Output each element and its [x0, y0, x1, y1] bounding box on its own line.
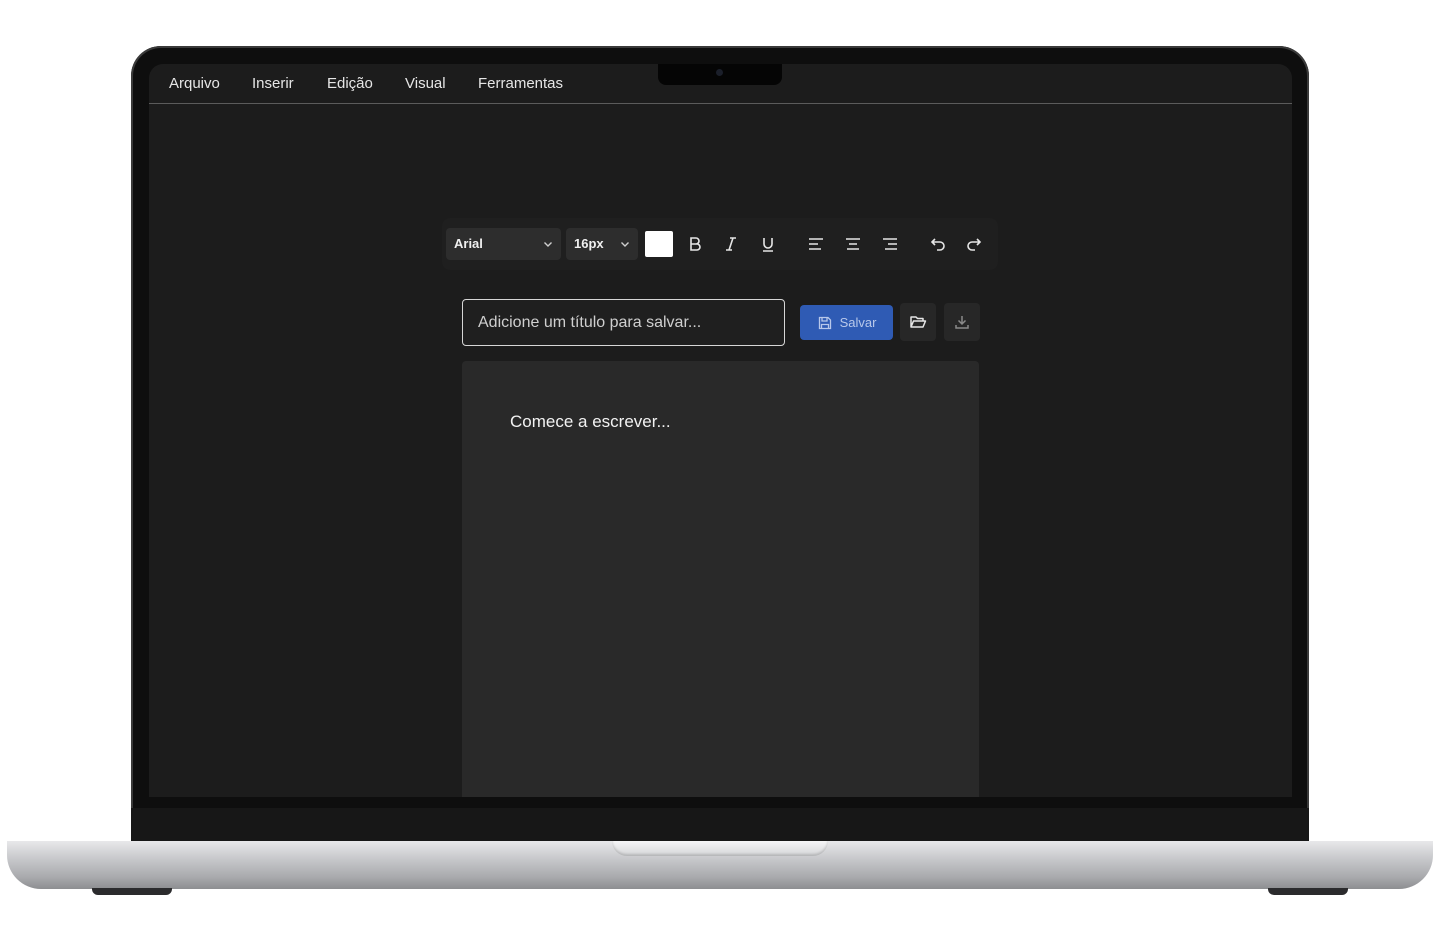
- menu-arquivo[interactable]: Arquivo: [169, 75, 220, 92]
- open-file-button[interactable]: [900, 303, 936, 341]
- laptop-chin: [131, 808, 1309, 842]
- font-size-select[interactable]: 16px: [566, 228, 638, 260]
- menu-inserir[interactable]: Inserir: [252, 75, 294, 92]
- laptop-foot-left: [92, 888, 172, 895]
- save-icon: [818, 316, 831, 329]
- undo-button[interactable]: [926, 232, 950, 256]
- save-button-label: Salvar: [839, 315, 877, 330]
- laptop-base-notch: [612, 841, 828, 856]
- italic-icon: [726, 237, 736, 251]
- menu-visual[interactable]: Visual: [405, 75, 446, 92]
- font-size-value: 16px: [574, 236, 604, 251]
- text-color-picker[interactable]: [645, 231, 673, 257]
- chevron-down-icon: [621, 242, 629, 247]
- menu-edicao[interactable]: Edição: [327, 75, 373, 92]
- undo-icon: [930, 238, 945, 251]
- folder-open-icon: [910, 316, 927, 328]
- formatting-toolbar: Arial 16px: [442, 218, 998, 270]
- underline-button[interactable]: [756, 232, 780, 256]
- laptop-foot-right: [1268, 888, 1348, 895]
- download-button[interactable]: [944, 303, 980, 341]
- underline-icon: [763, 238, 773, 252]
- font-family-select[interactable]: Arial: [446, 228, 561, 260]
- save-button[interactable]: Salvar: [800, 305, 893, 340]
- bold-button[interactable]: [683, 232, 707, 256]
- document-title-input[interactable]: [462, 299, 785, 346]
- menu-ferramentas[interactable]: Ferramentas: [478, 75, 563, 92]
- font-family-value: Arial: [454, 236, 483, 251]
- italic-button[interactable]: [719, 232, 743, 256]
- align-right-icon: [883, 238, 897, 250]
- align-center-icon: [846, 238, 860, 250]
- chevron-down-icon: [544, 242, 552, 247]
- camera-icon: [716, 69, 723, 76]
- align-center-button[interactable]: [841, 232, 865, 256]
- bold-icon: [690, 237, 701, 251]
- align-left-icon: [809, 238, 823, 250]
- redo-button[interactable]: [962, 232, 986, 256]
- align-right-button[interactable]: [878, 232, 902, 256]
- editor-placeholder: Comece a escrever...: [510, 412, 671, 431]
- download-icon: [955, 316, 969, 329]
- redo-icon: [967, 238, 982, 251]
- document-page[interactable]: Comece a escrever...: [462, 361, 979, 797]
- align-left-button[interactable]: [804, 232, 828, 256]
- app-screen: Arquivo Inserir Edição Visual Ferramenta…: [149, 64, 1292, 797]
